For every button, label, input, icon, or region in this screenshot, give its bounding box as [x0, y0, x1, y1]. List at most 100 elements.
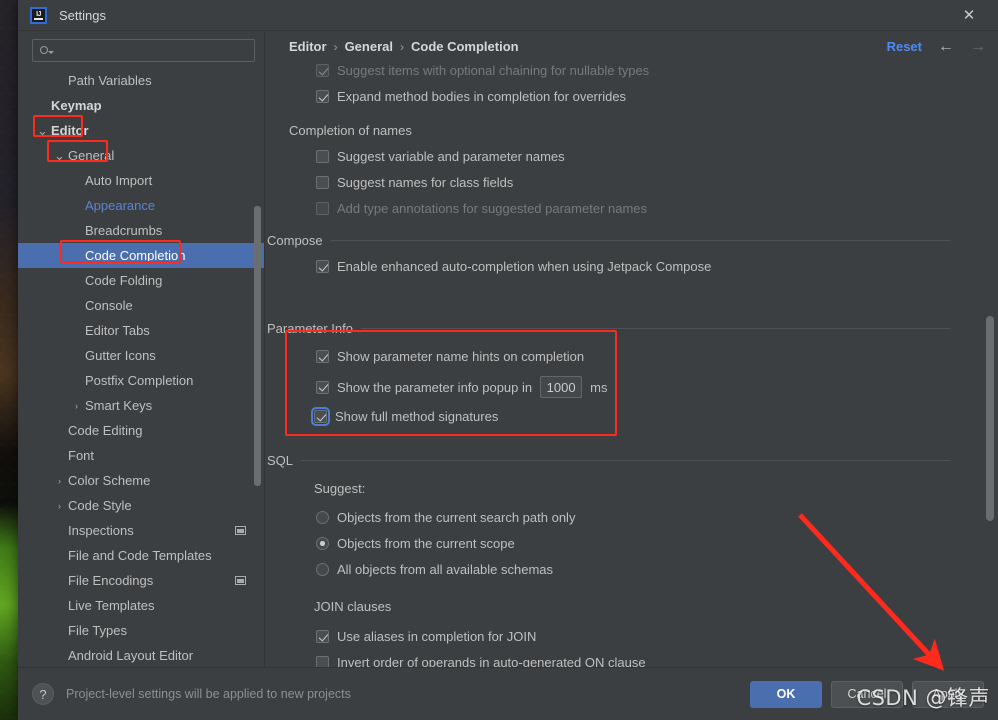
checkbox-icon[interactable]: [316, 90, 329, 103]
sidebar-item-appearance[interactable]: Appearance: [18, 193, 264, 218]
sidebar-item-gutter-icons[interactable]: Gutter Icons: [18, 343, 264, 368]
sidebar-item-keymap[interactable]: Keymap: [18, 93, 264, 118]
option-add-type-annotations[interactable]: Add type annotations for suggested param…: [289, 198, 998, 219]
apply-button[interactable]: Apply: [912, 680, 984, 708]
footer-note: Project-level settings will be applied t…: [66, 687, 351, 701]
sidebar-item-path-variables[interactable]: Path Variables: [18, 68, 264, 93]
sidebar-item-general[interactable]: ⌄ General: [18, 143, 264, 168]
sidebar-item-breadcrumbs[interactable]: Breadcrumbs: [18, 218, 264, 243]
sql-join-clauses-label: JOIN clauses: [289, 596, 998, 617]
breadcrumb-item-editor[interactable]: Editor: [289, 39, 327, 54]
option-enable-jetpack-compose[interactable]: Enable enhanced auto-completion when usi…: [289, 256, 998, 277]
option-suggest-variable-parameter-names[interactable]: Suggest variable and parameter names: [289, 146, 998, 167]
option-invert-order-operands[interactable]: Invert order of operands in auto-generat…: [289, 652, 998, 667]
close-icon[interactable]: ✕: [954, 0, 984, 30]
checkbox-icon[interactable]: [316, 260, 329, 273]
sidebar-item-editor[interactable]: ⌄ Editor: [18, 118, 264, 143]
dialog-titlebar: IJ Settings ✕: [18, 0, 998, 31]
chevron-down-icon[interactable]: ⌄: [36, 124, 49, 137]
option-label: Add type annotations for suggested param…: [337, 201, 648, 216]
help-icon[interactable]: ?: [32, 683, 54, 705]
breadcrumb-separator-icon: ›: [333, 39, 338, 54]
sidebar-item-auto-import[interactable]: Auto Import: [18, 168, 264, 193]
sidebar-item-editor-tabs[interactable]: Editor Tabs: [18, 318, 264, 343]
sidebar-item-code-completion[interactable]: Code Completion: [18, 243, 264, 268]
group-title-label: Compose: [267, 233, 323, 248]
intellij-logo-icon: IJ: [30, 6, 47, 24]
sidebar-item-label: General: [68, 148, 115, 163]
checkbox-icon[interactable]: [316, 150, 329, 163]
sidebar-item-label: Postfix Completion: [85, 373, 194, 388]
sidebar-item-file-encodings[interactable]: File Encodings: [18, 568, 264, 593]
radio-objects-current-search-path[interactable]: Objects from the current search path onl…: [289, 507, 998, 528]
checkbox-icon[interactable]: [316, 656, 329, 667]
checkbox-icon[interactable]: [316, 380, 329, 394]
sidebar-item-label: Appearance: [85, 198, 156, 213]
option-label: Invert order of operands in auto-generat…: [337, 655, 646, 667]
option-show-parameter-info-popup[interactable]: Show the parameter info popup in 1000 ms: [289, 376, 998, 398]
sidebar-item-code-folding[interactable]: Code Folding: [18, 268, 264, 293]
sidebar-item-file-types[interactable]: File Types: [18, 618, 264, 643]
option-use-aliases-join[interactable]: Use aliases in completion for JOIN: [289, 626, 998, 647]
breadcrumb-item-general[interactable]: General: [345, 39, 393, 54]
project-scope-icon: [235, 526, 246, 535]
reset-button[interactable]: Reset: [887, 39, 922, 54]
option-label: Suggest variable and parameter names: [337, 149, 565, 164]
radio-all-objects-all-schemas[interactable]: All objects from all available schemas: [289, 559, 998, 580]
sidebar-item-console[interactable]: Console: [18, 293, 264, 318]
dialog-content: Path Variables Keymap ⌄ Editor ⌄ General Auto …: [18, 31, 998, 667]
option-show-full-method-signatures[interactable]: Show full method signatures: [289, 406, 998, 427]
sidebar-item-label: Auto Import: [85, 173, 153, 188]
sidebar-item-label: Live Templates: [68, 598, 155, 613]
sidebar-item-label: Breadcrumbs: [85, 223, 163, 238]
breadcrumb-actions: Reset ← →: [887, 38, 986, 56]
checkbox-icon[interactable]: [316, 176, 329, 189]
ok-button[interactable]: OK: [750, 680, 822, 708]
checkbox-icon[interactable]: [316, 64, 329, 77]
label-text: Suggest:: [314, 481, 366, 496]
cancel-button[interactable]: Cancel: [831, 680, 903, 708]
sidebar-item-live-templates[interactable]: Live Templates: [18, 593, 264, 618]
chevron-down-icon[interactable]: ⌄: [53, 149, 66, 162]
sidebar-item-label: Console: [85, 298, 133, 313]
chevron-right-icon[interactable]: ›: [53, 501, 66, 511]
dialog-title: Settings: [59, 7, 106, 23]
sidebar-item-file-and-code-templates[interactable]: File and Code Templates: [18, 543, 264, 568]
chevron-right-icon[interactable]: ›: [53, 476, 66, 486]
sidebar-item-code-editing[interactable]: Code Editing: [18, 418, 264, 443]
checkbox-icon[interactable]: [311, 407, 330, 426]
sidebar-item-color-scheme[interactable]: › Color Scheme: [18, 468, 264, 493]
checkbox-icon[interactable]: [316, 202, 329, 215]
sidebar-item-smart-keys[interactable]: › Smart Keys: [18, 393, 264, 418]
sidebar-item-code-style[interactable]: › Code Style: [18, 493, 264, 518]
search-box[interactable]: [32, 39, 255, 62]
group-title-label: SQL: [267, 453, 294, 468]
radio-icon[interactable]: [316, 537, 329, 550]
sidebar-item-font[interactable]: Font: [18, 443, 264, 468]
settings-scroll-pane[interactable]: Suggest items with optional chaining for…: [265, 62, 998, 667]
checkbox-icon[interactable]: [316, 350, 329, 363]
option-label: Enable enhanced auto-completion when usi…: [337, 259, 712, 274]
main-scrollbar-thumb[interactable]: [986, 316, 994, 521]
forward-arrow-icon[interactable]: →: [970, 38, 986, 56]
parameter-info-delay-unit: ms: [590, 379, 608, 395]
option-show-parameter-name-hints[interactable]: Show parameter name hints on completion: [289, 346, 998, 367]
sidebar-item-android-layout-editor[interactable]: Android Layout Editor: [18, 643, 264, 667]
back-arrow-icon[interactable]: ←: [938, 38, 954, 56]
checkbox-icon[interactable]: [316, 630, 329, 643]
settings-sidebar: Path Variables Keymap ⌄ Editor ⌄ General Auto …: [18, 31, 265, 667]
sidebar-item-postfix-completion[interactable]: Postfix Completion: [18, 368, 264, 393]
option-suggest-names-class-fields[interactable]: Suggest names for class fields: [289, 172, 998, 193]
sidebar-item-inspections[interactable]: Inspections: [18, 518, 264, 543]
radio-icon[interactable]: [316, 563, 329, 576]
parameter-info-delay-input[interactable]: 1000: [540, 376, 583, 398]
sidebar-scrollbar-thumb[interactable]: [254, 206, 261, 486]
radio-objects-current-scope[interactable]: Objects from the current scope: [289, 533, 998, 554]
chevron-right-icon[interactable]: ›: [70, 401, 83, 411]
sidebar-item-label: Code Style: [68, 498, 132, 513]
radio-icon[interactable]: [316, 511, 329, 524]
option-suggest-optional-chaining[interactable]: Suggest items with optional chaining for…: [289, 62, 998, 81]
search-input[interactable]: [53, 42, 248, 59]
sidebar-item-label: Path Variables: [68, 73, 152, 88]
option-expand-method-bodies[interactable]: Expand method bodies in completion for o…: [289, 86, 998, 107]
